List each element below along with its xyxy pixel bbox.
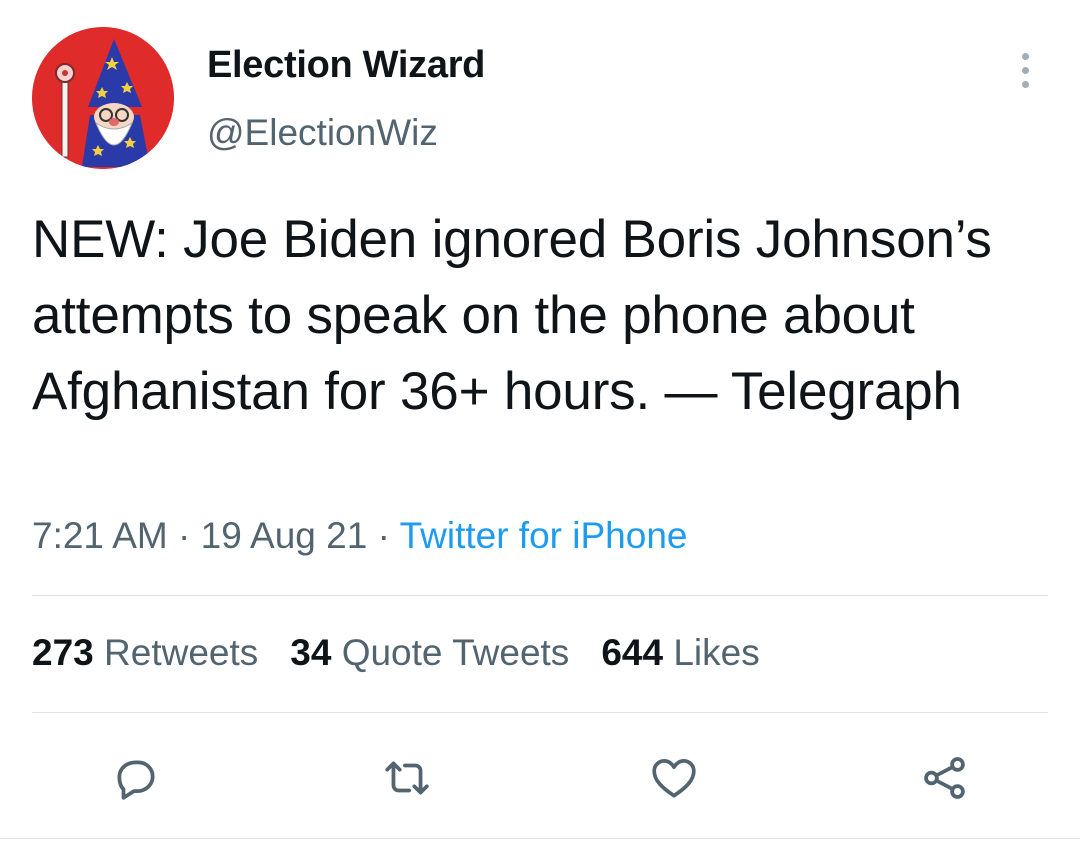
- retweets-stat[interactable]: 273 Retweets: [32, 632, 258, 674]
- wizard-avatar-icon: [32, 27, 174, 169]
- likes-count: 644: [601, 632, 664, 673]
- reply-icon: [117, 760, 155, 800]
- tweet-actions: [0, 748, 1080, 808]
- like-button[interactable]: [644, 748, 704, 808]
- reply-button[interactable]: [106, 748, 166, 808]
- likes-label: Likes: [673, 632, 760, 673]
- tweet-date[interactable]: 19 Aug 21: [201, 515, 368, 556]
- display-name[interactable]: Election Wizard: [207, 44, 485, 87]
- heart-icon: [652, 759, 696, 798]
- quote-tweets-count: 34: [290, 632, 332, 673]
- tweet-source-link[interactable]: Twitter for iPhone: [400, 515, 688, 556]
- tweet-stats: 273 Retweets 34 Quote Tweets 644 Likes: [32, 632, 760, 674]
- more-options-icon: [1021, 52, 1029, 60]
- retweets-label: Retweets: [104, 632, 259, 673]
- share-button[interactable]: [915, 748, 975, 808]
- retweet-button[interactable]: [377, 748, 437, 808]
- quote-tweets-stat[interactable]: 34 Quote Tweets: [290, 632, 569, 674]
- quote-tweets-label: Quote Tweets: [341, 632, 570, 673]
- meta-separator: ·: [178, 515, 191, 556]
- tweet-detail: Election Wizard @ElectionWiz NEW: Joe Bi…: [0, 0, 1080, 864]
- tweet-meta: 7:21 AM · 19 Aug 21 · Twitter for iPhone: [32, 515, 687, 557]
- divider: [0, 838, 1080, 839]
- retweets-count: 273: [32, 632, 94, 673]
- likes-stat[interactable]: 644 Likes: [601, 632, 759, 674]
- retweet-icon: [385, 761, 429, 795]
- avatar[interactable]: [32, 27, 174, 169]
- user-handle[interactable]: @ElectionWiz: [207, 112, 438, 154]
- more-options-button[interactable]: [1010, 48, 1040, 92]
- divider: [32, 595, 1048, 596]
- tweet-time[interactable]: 7:21 AM: [32, 515, 168, 556]
- meta-separator: ·: [377, 515, 390, 556]
- divider: [32, 712, 1048, 713]
- share-icon: [924, 757, 965, 799]
- tweet-text: NEW: Joe Biden ignored Boris Johnson’s a…: [32, 210, 992, 421]
